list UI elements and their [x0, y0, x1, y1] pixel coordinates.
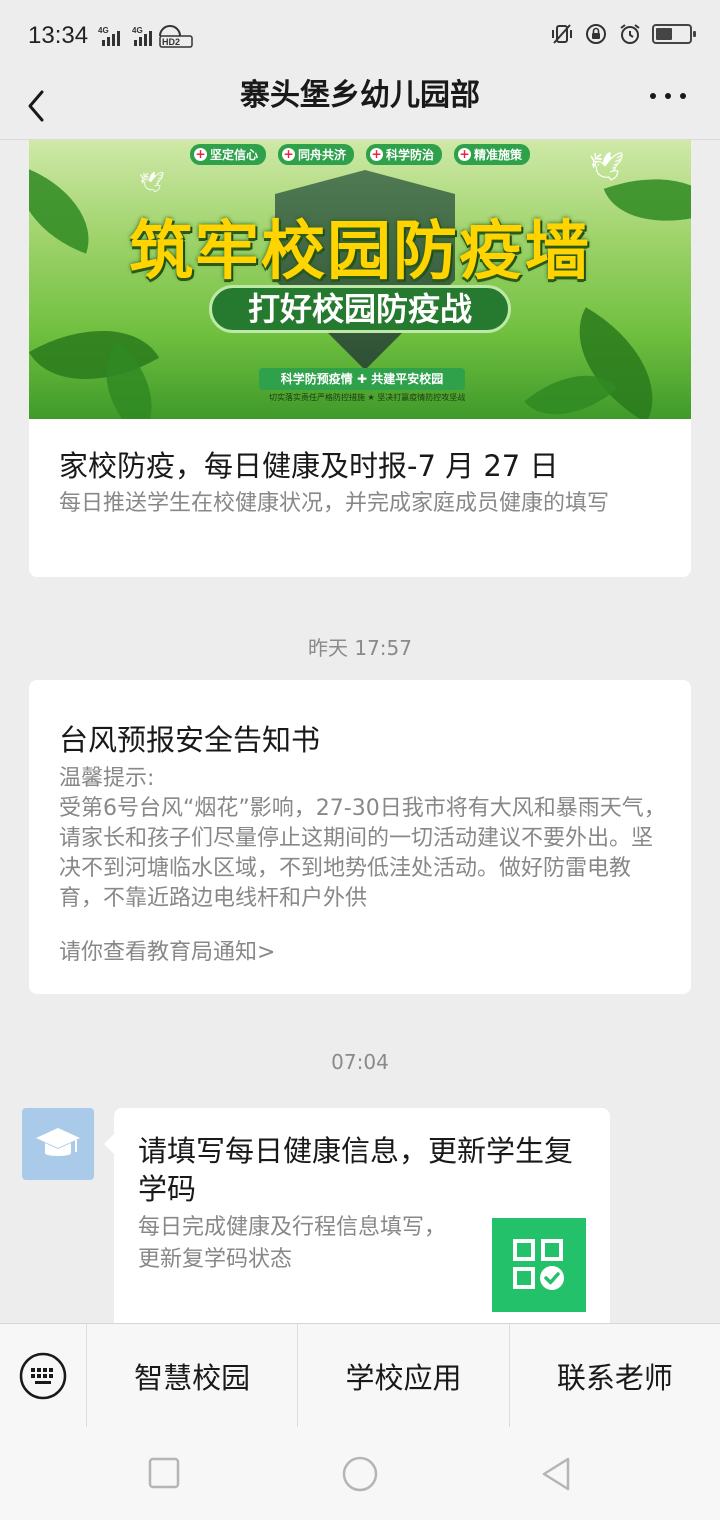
menu-school-apps[interactable]: 学校应用 [297, 1323, 508, 1428]
article-title: 台风预报安全告知书 [59, 723, 321, 757]
svg-text:HD2: HD2 [162, 37, 180, 47]
banner-tag: + 精准施策 [454, 144, 531, 165]
article-description: 每日推送学生在校健康状况，并完成家庭成员健康的填写 [59, 491, 610, 516]
keyboard-icon [19, 1352, 67, 1399]
chat-title: 寨头堡乡幼儿园部 [240, 78, 480, 113]
system-nav-bar [0, 1427, 720, 1520]
article-body: 温馨提示: 受第6号台风“烟花”影响，27-30日我市将有大风和暴雨天气，请家长… [59, 766, 666, 911]
svg-text:4G: 4G [98, 26, 109, 35]
back-icon[interactable] [538, 1455, 574, 1493]
svg-text:4G: 4G [132, 26, 143, 35]
avatar[interactable] [22, 1108, 94, 1180]
banner-headline: 筑牢校园防疫墙 [129, 215, 591, 289]
banner-slogan: 科学防预疫情 ✚ 共建平安校园 [259, 368, 465, 390]
qr-check-icon [492, 1218, 586, 1312]
lock-rotation-icon [586, 24, 606, 44]
alarm-icon [620, 24, 640, 44]
vibrate-mute-icon [552, 24, 572, 44]
recent-apps-icon[interactable] [146, 1455, 182, 1491]
home-icon[interactable] [341, 1455, 379, 1493]
network-indicator: 4G 4G HD2 [98, 24, 198, 53]
banner-tag: + 科学防治 [366, 144, 443, 165]
article-title: 家校防疫，每日健康及时报-7 月 27 日 [59, 449, 559, 483]
banner-fineprint: 切实落实责任严格防控措施 ★ 坚决打赢疫情防控攻坚战 [269, 393, 466, 402]
menu-smart-campus[interactable]: 智慧校园 [86, 1323, 297, 1428]
dove-icon: 🕊 [139, 170, 165, 194]
message-title: 请填写每日健康信息，更新学生复学码 [138, 1134, 574, 1206]
official-account-menu: 智慧校园 学校应用 联系老师 [0, 1323, 720, 1428]
banner-tag: + 坚定信心 [189, 144, 266, 165]
banner-tag: + 同舟共济 [277, 144, 354, 165]
signal-icon: 4G 4G HD2 [98, 25, 193, 48]
more-options-icon[interactable] [650, 90, 686, 102]
status-bar: 13:34 4G 4G HD2 [0, 0, 720, 72]
card-message-bubble[interactable]: 请填写每日健康信息，更新学生复学码 每日完成健康及行程信息填写，更新复学码状态 [104, 1108, 610, 1323]
keyboard-toggle-button[interactable] [0, 1324, 86, 1428]
chat-header: 寨头堡乡幼儿园部 [0, 72, 720, 140]
article-card-health[interactable]: 🕊 🕊 + 坚定信心 + 同舟共济 + 科学防治 + 精准施策 筑牢校园防疫墙 打好校园… [29, 140, 691, 577]
article-banner-image: 🕊 🕊 + 坚定信心 + 同舟共济 + 科学防治 + 精准施策 筑牢校园防疫墙 打好校园… [29, 140, 691, 419]
menu-contact-teacher[interactable]: 联系老师 [508, 1323, 720, 1428]
article-link[interactable]: 请你查看教育局通知> [59, 934, 275, 966]
message-timestamp: 昨天 17:57 [308, 636, 412, 660]
status-time: 13:34 [28, 22, 89, 49]
message-timestamp: 07:04 [331, 1050, 389, 1074]
article-card-typhoon[interactable]: 台风预报安全告知书 温馨提示: 受第6号台风“烟花”影响，27-30日我市将有大… [29, 680, 691, 994]
message-description: 每日完成健康及行程信息填写，更新复学码状态 [138, 1215, 447, 1272]
banner-tags: + 坚定信心 + 同舟共济 + 科学防治 + 精准施策 [29, 144, 691, 165]
banner-subline: 打好校园防疫战 [209, 285, 511, 333]
battery-icon [652, 24, 696, 44]
graduation-cap-icon [36, 1128, 80, 1156]
message-list[interactable]: 🕊 🕊 + 坚定信心 + 同舟共济 + 科学防治 + 精准施策 筑牢校园防疫墙 打好校园… [0, 140, 720, 1323]
